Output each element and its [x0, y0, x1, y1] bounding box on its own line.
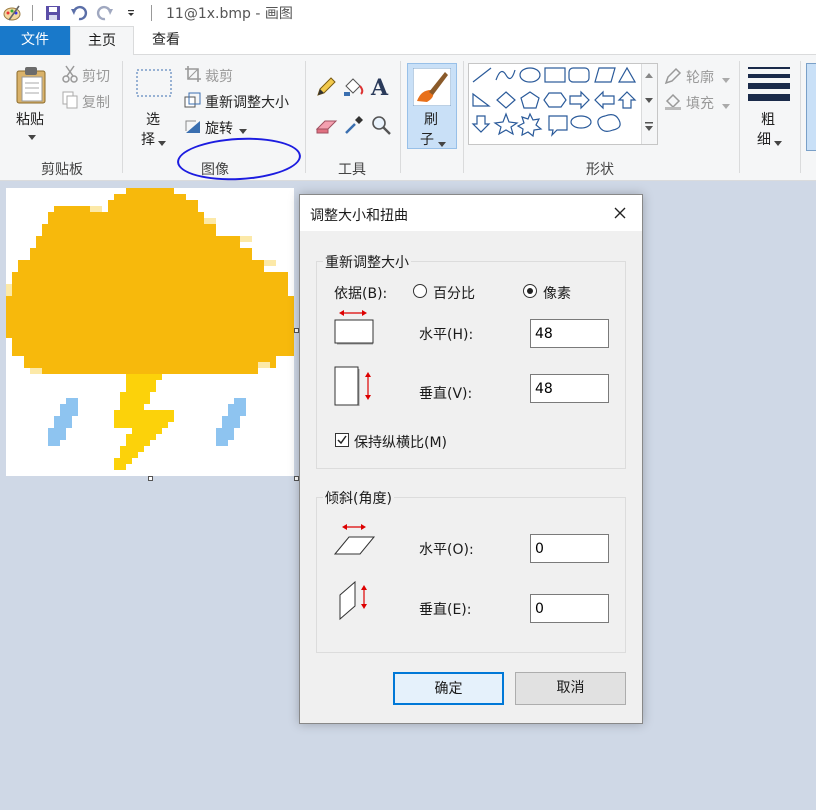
close-icon [614, 207, 626, 219]
title-bar: 11@1x.bmp - 画图 [0, 0, 816, 26]
outline-dropdown-icon[interactable] [722, 73, 730, 88]
vertical-input[interactable] [530, 374, 609, 403]
ok-button[interactable]: 确定 [393, 672, 504, 705]
tab-home[interactable]: 主页 [70, 26, 134, 56]
cancel-button[interactable]: 取消 [515, 672, 626, 705]
shapes-scrollbar[interactable] [641, 64, 657, 144]
text-tool-icon[interactable]: A [371, 75, 388, 101]
brush-button[interactable]: 刷 子 [407, 63, 457, 149]
color1-button[interactable] [806, 63, 816, 151]
rotate-button[interactable]: 旋转 [205, 118, 233, 138]
tab-view[interactable]: 查看 [134, 26, 198, 55]
crop-button[interactable]: 裁剪 [205, 66, 233, 86]
group-separator [400, 61, 401, 173]
select-icon[interactable] [136, 69, 172, 101]
skew-section-label: 倾斜(角度) [323, 488, 394, 508]
fill-button[interactable]: 填充 [686, 93, 714, 113]
by-label: 依据(B): [334, 286, 388, 302]
brush-label-line2: 子 [420, 132, 434, 148]
copy-icon [62, 91, 78, 113]
tools-group-label: 工具 [338, 162, 366, 178]
cut-button[interactable]: 剪切 [82, 66, 110, 86]
thunderstorm-cloud-image [6, 188, 294, 470]
vertical-resize-icon [334, 365, 378, 413]
paste-icon[interactable] [14, 65, 50, 109]
size-dropdown-icon[interactable] [774, 136, 782, 151]
skew-vertical-input[interactable] [530, 594, 609, 623]
keep-ratio-checkbox[interactable] [335, 433, 349, 447]
customize-toolbar-chevron-icon[interactable] [121, 3, 141, 23]
dialog-title: 调整大小和扭曲 [310, 208, 408, 224]
pencil-icon[interactable] [316, 77, 336, 101]
shapes-gallery-icons [471, 66, 637, 138]
paste-button[interactable]: 粘贴 [16, 109, 44, 129]
dialog-title-bar: 调整大小和扭曲 [300, 195, 642, 231]
group-separator [739, 61, 740, 173]
line-size-icon[interactable] [748, 67, 790, 105]
group-separator [463, 61, 464, 173]
cut-icon [62, 65, 78, 87]
brush-icon [412, 67, 452, 110]
pixels-radio[interactable] [523, 284, 537, 298]
brush-label: 刷 [424, 112, 438, 128]
undo-icon[interactable] [69, 3, 89, 23]
eraser-icon[interactable] [315, 117, 338, 139]
shapes-gallery[interactable] [468, 63, 658, 145]
select-dropdown-icon[interactable] [158, 136, 166, 151]
fill-icon [664, 93, 682, 115]
vertical-label: 垂直(V): [419, 386, 473, 402]
color-picker-icon[interactable] [344, 115, 364, 139]
percent-radio-label[interactable]: 百分比 [433, 283, 475, 303]
dialog-close-button[interactable] [606, 201, 634, 225]
image-group-label: 图像 [201, 162, 229, 178]
group-separator [800, 61, 801, 173]
size-button[interactable]: 粗 [761, 109, 775, 129]
crop-icon [184, 65, 202, 87]
percent-radio[interactable] [413, 284, 427, 298]
skew-vertical-label: 垂直(E): [419, 602, 472, 618]
ribbon-tab-row: 文件 主页 查看 [0, 26, 816, 56]
copy-button[interactable]: 复制 [82, 92, 110, 112]
pixels-radio-label[interactable]: 像素 [543, 283, 571, 303]
group-separator [122, 61, 123, 173]
magnifier-icon[interactable] [371, 115, 391, 139]
keep-ratio-label[interactable]: 保持纵横比(M) [354, 432, 447, 452]
brush-dropdown-icon [438, 137, 446, 152]
vertical-skew-icon [338, 579, 374, 627]
paint-app-icon[interactable] [2, 3, 22, 23]
canvas-resize-handle-bottom[interactable] [148, 476, 153, 481]
outline-button[interactable]: 轮廓 [686, 67, 714, 87]
tab-file[interactable]: 文件 [0, 26, 70, 55]
resize-skew-dialog: 调整大小和扭曲 重新调整大小 依据(B): 百分比 像素 水平(H): 垂直(V… [299, 194, 643, 724]
select-button-line2[interactable]: 择 [141, 129, 155, 149]
select-button[interactable]: 选 [146, 109, 160, 129]
fill-dropdown-icon[interactable] [722, 99, 730, 114]
skew-horizontal-label: 水平(O): [419, 542, 474, 558]
checkmark-icon [337, 435, 347, 445]
paste-dropdown-icon[interactable] [28, 130, 36, 145]
clipboard-group-label: 剪贴板 [41, 162, 83, 178]
skew-horizontal-input[interactable] [530, 534, 609, 563]
quick-access-toolbar [0, 3, 156, 23]
ribbon: 粘贴 剪切 复制 剪贴板 选 择 裁剪 重新调整大小 旋转 图像 A 工具 刷 … [0, 55, 816, 184]
horizontal-skew-icon [333, 521, 376, 561]
save-icon[interactable] [43, 3, 63, 23]
group-separator [305, 61, 306, 173]
fill-bucket-icon[interactable] [343, 77, 365, 101]
horizontal-label: 水平(H): [419, 327, 474, 343]
shapes-group-label: 形状 [586, 162, 614, 178]
horizontal-input[interactable] [530, 319, 609, 348]
window-title: 11@1x.bmp - 画图 [166, 6, 293, 22]
title-separator-2 [151, 5, 152, 21]
horizontal-resize-icon [334, 307, 374, 349]
resize-section-label: 重新调整大小 [323, 252, 411, 272]
redo-icon[interactable] [95, 3, 115, 23]
title-separator [32, 5, 33, 21]
rotate-icon [184, 117, 202, 139]
size-button-line2[interactable]: 细 [757, 129, 771, 149]
outline-icon [664, 67, 682, 89]
resize-icon [184, 91, 202, 113]
drawing-canvas[interactable] [6, 188, 294, 476]
resize-button[interactable]: 重新调整大小 [205, 92, 289, 112]
